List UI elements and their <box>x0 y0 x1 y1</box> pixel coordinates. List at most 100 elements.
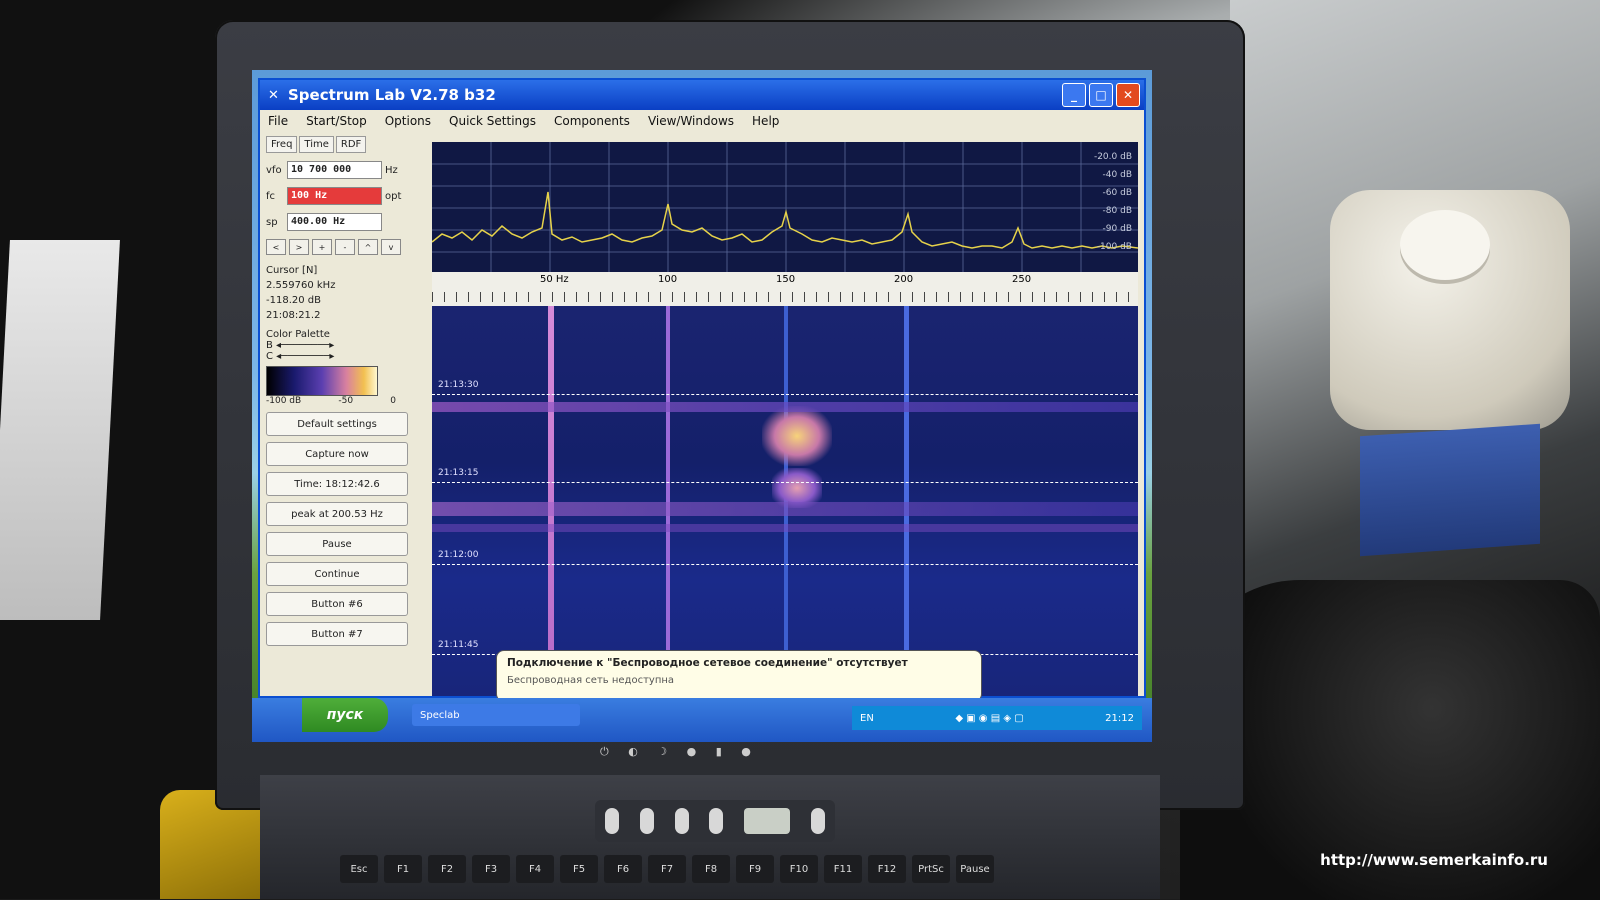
key-f7[interactable]: F7 <box>648 855 686 883</box>
window-titlebar[interactable]: ✕ Spectrum Lab V2.78 b32 _ □ ✕ <box>260 80 1144 110</box>
palette-scale-mid: -50 <box>338 396 354 406</box>
db-label: -60 dB <box>1102 188 1132 198</box>
key-prtsc[interactable]: PrtSc <box>912 855 950 883</box>
continue-button[interactable]: Continue <box>266 562 408 586</box>
sp-label: sp <box>266 216 278 228</box>
function-key-row: Esc F1 F2 F3 F4 F5 F6 F7 F8 F9 F10 F11 F… <box>340 855 994 883</box>
media-buttons[interactable] <box>595 800 835 842</box>
key-f5[interactable]: F5 <box>560 855 598 883</box>
band <box>432 502 1138 516</box>
button-6[interactable]: Button #6 <box>266 592 408 616</box>
maximize-button[interactable]: □ <box>1089 83 1113 107</box>
menu-components[interactable]: Components <box>554 114 630 128</box>
db-label: -20.0 dB <box>1093 152 1132 162</box>
time-marker <box>432 482 1138 483</box>
key-f10[interactable]: F10 <box>780 855 818 883</box>
zoom-nav: < > + - ^ v <box>266 239 426 255</box>
button-7[interactable]: Button #7 <box>266 622 408 646</box>
menu-view-windows[interactable]: View/Windows <box>648 114 734 128</box>
db-label: -80 dB <box>1102 206 1132 216</box>
panel-tabs: Freq Time RDF <box>266 136 426 153</box>
db-label: -40 dB <box>1102 170 1132 180</box>
menu-start-stop[interactable]: Start/Stop <box>306 114 367 128</box>
vfo-input[interactable]: 10 700 000 <box>287 161 382 179</box>
spectrum-graph <box>431 142 1139 272</box>
key-f8[interactable]: F8 <box>692 855 730 883</box>
key-f2[interactable]: F2 <box>428 855 466 883</box>
reservoir-cap <box>1400 210 1490 280</box>
close-button[interactable]: ✕ <box>1116 83 1140 107</box>
tab-freq[interactable]: Freq <box>266 136 298 153</box>
freq-tick-label: 200 <box>894 274 914 285</box>
key-f9[interactable]: F9 <box>736 855 774 883</box>
freq-tick-label: 50 Hz <box>540 274 569 285</box>
media-button[interactable] <box>605 808 620 834</box>
status-leds: ⏻ ◐ ☽ ● ▮ ● <box>600 745 759 758</box>
media-button[interactable] <box>810 808 825 834</box>
time-label: 21:13:30 <box>438 380 479 390</box>
sp-input[interactable]: 400.00 Hz <box>287 213 382 231</box>
menu-file[interactable]: File <box>268 114 288 128</box>
fc-label: fc <box>266 190 276 202</box>
menu-quick-settings[interactable]: Quick Settings <box>449 114 536 128</box>
menu-help[interactable]: Help <box>752 114 779 128</box>
system-tray: EN ◆ ▣ ◉ ▤ ◈ ▢ 21:12 <box>852 706 1142 730</box>
key-f4[interactable]: F4 <box>516 855 554 883</box>
time-button[interactable]: Time: 18:12:42.6 <box>266 472 408 496</box>
fc-input[interactable]: 100 Hz <box>287 187 382 205</box>
db-scale: -20.0 dB -40 dB -60 dB -80 dB -90 dB -10… <box>1094 148 1132 256</box>
vfo-unit: Hz <box>385 164 398 176</box>
time-label: 21:11:45 <box>438 640 479 650</box>
key-f12[interactable]: F12 <box>868 855 906 883</box>
balloon-subtitle: Беспроводная сеть недоступна <box>507 675 675 686</box>
freq-ruler <box>432 292 1138 302</box>
control-panel: Freq Time RDF vfo 10 700 000 Hz fc 100 H… <box>266 136 426 696</box>
clock[interactable]: 21:12 <box>1105 713 1134 724</box>
color-palette: Color Palette B ◂────────▸ C ◂────────▸ … <box>266 329 426 406</box>
band <box>432 524 1138 532</box>
key-f6[interactable]: F6 <box>604 855 642 883</box>
key-esc[interactable]: Esc <box>340 855 378 883</box>
peak-button[interactable]: peak at 200.53 Hz <box>266 502 408 526</box>
contrast-slider[interactable]: C ◂────────▸ <box>266 351 426 362</box>
pause-button[interactable]: Pause <box>266 532 408 556</box>
window-title: Spectrum Lab V2.78 b32 <box>288 86 496 104</box>
key-f3[interactable]: F3 <box>472 855 510 883</box>
media-button[interactable] <box>709 808 724 834</box>
key-f11[interactable]: F11 <box>824 855 862 883</box>
zoom-in-button[interactable]: + <box>312 239 332 255</box>
key-f1[interactable]: F1 <box>384 855 422 883</box>
signal-line-100hz <box>666 306 670 696</box>
app-icon: ✕ <box>268 88 279 103</box>
freq-tick-label: 250 <box>1012 274 1032 285</box>
nav-left-button[interactable]: < <box>266 239 286 255</box>
vfo-label: vfo <box>266 164 282 176</box>
capture-now-button[interactable]: Capture now <box>266 442 408 466</box>
laptop-screen: ✕ Spectrum Lab V2.78 b32 _ □ ✕ File Star… <box>252 70 1152 742</box>
zoom-out-button[interactable]: - <box>335 239 355 255</box>
tab-rdf[interactable]: RDF <box>335 136 367 153</box>
spectrum-display[interactable]: -20.0 dB -40 dB -60 dB -80 dB -90 dB -10… <box>431 142 1139 272</box>
media-button[interactable] <box>639 808 654 834</box>
tray-icons[interactable]: ◆ ▣ ◉ ▤ ◈ ▢ <box>955 713 1023 724</box>
default-settings-button[interactable]: Default settings <box>266 412 408 436</box>
waterfall-display[interactable]: 21:13:30 21:13:15 21:12:00 21:11:45 <box>432 306 1138 696</box>
freq-tick-label: 100 <box>658 274 678 285</box>
taskbar-item-speclab[interactable]: Speclab <box>412 704 580 726</box>
paper-sheet <box>0 240 120 620</box>
tab-time[interactable]: Time <box>299 136 334 153</box>
language-indicator[interactable]: EN <box>860 713 874 724</box>
network-notification-balloon[interactable]: Подключение к "Беспроводное сетевое соед… <box>496 650 982 702</box>
nav-up-button[interactable]: ^ <box>358 239 378 255</box>
menu-options[interactable]: Options <box>385 114 431 128</box>
cursor-time: 21:08:21.2 <box>266 310 321 321</box>
brightness-slider[interactable]: B ◂────────▸ <box>266 340 426 351</box>
time-label: 21:13:15 <box>438 468 479 478</box>
nav-down-button[interactable]: v <box>381 239 401 255</box>
minimize-button[interactable]: _ <box>1062 83 1086 107</box>
fc-opt-button[interactable]: opt <box>385 191 405 202</box>
key-pause[interactable]: Pause <box>956 855 994 883</box>
media-button[interactable] <box>674 808 689 834</box>
nav-right-button[interactable]: > <box>289 239 309 255</box>
start-button[interactable]: пуск <box>302 698 388 732</box>
